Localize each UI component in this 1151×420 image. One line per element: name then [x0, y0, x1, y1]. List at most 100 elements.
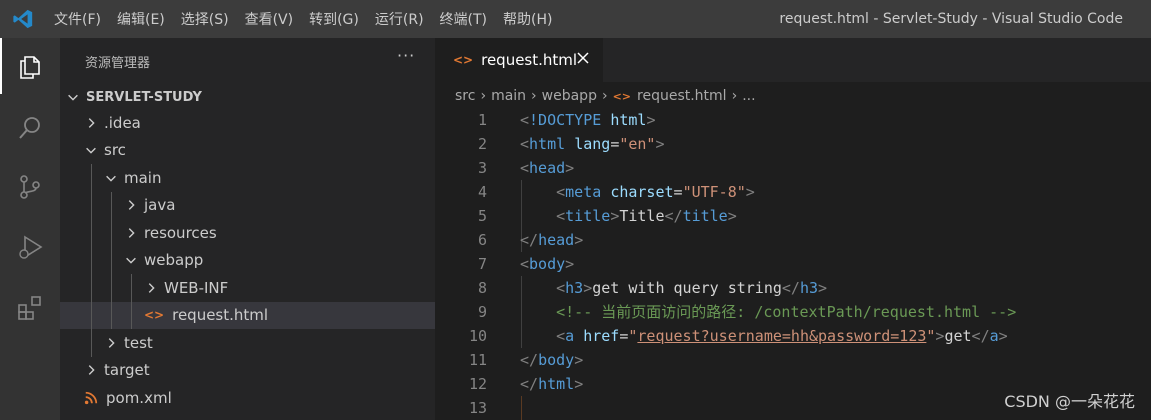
explorer-button[interactable]	[0, 38, 60, 94]
tree-item-label: src	[104, 141, 126, 160]
chevron-right-icon	[88, 365, 95, 376]
tree-indent-guide	[111, 191, 112, 219]
line-number: 2	[477, 135, 487, 153]
chevron-down-icon	[106, 175, 116, 182]
chevron-right-icon	[88, 117, 95, 128]
workspace-section-header[interactable]: SERVLET-STUDY	[60, 86, 435, 108]
tree-item-label: webapp	[144, 251, 204, 270]
menu-item[interactable]: 选择(S)	[181, 9, 229, 29]
code-text: </html>	[520, 375, 584, 393]
tree-indent-guide	[111, 219, 112, 247]
html-file-icon: <>	[612, 89, 632, 103]
menu-item[interactable]: 运行(R)	[375, 9, 424, 29]
xml-file-icon	[84, 391, 98, 404]
tree-item-label: java	[144, 196, 176, 215]
line-number: 10	[468, 327, 487, 345]
chevron-right-icon: ›	[731, 88, 738, 104]
tree-item-label: test	[124, 333, 153, 352]
tab-request-html[interactable]: <> request.html	[435, 38, 603, 82]
code-text: <!DOCTYPE html>	[520, 111, 656, 129]
code-text: <meta charset="UTF-8">	[556, 183, 755, 201]
menu-item[interactable]: 查看(V)	[245, 9, 294, 29]
line-number: 4	[477, 183, 487, 201]
chevron-right-icon	[108, 337, 115, 348]
code-line: 7 <body>	[435, 252, 1151, 276]
chevron-right-icon: ›	[601, 88, 608, 104]
code-line: 8 <h3>get with query string</h3>	[435, 276, 1151, 300]
chevron-down-icon	[86, 148, 96, 154]
explorer-icon	[20, 56, 40, 79]
tree-item-label: WEB-INF	[164, 278, 229, 297]
line-number: 11	[468, 351, 487, 369]
menu-item[interactable]: 文件(F)	[54, 9, 101, 29]
tab-label: request.html	[481, 51, 578, 69]
tree-folder[interactable]: src	[60, 137, 435, 165]
tree-indent-guide	[131, 301, 132, 329]
menu-item[interactable]: 转到(G)	[309, 9, 359, 29]
tab-bar: <> request.html	[435, 38, 1151, 82]
tree-file[interactable]: <> request.html	[60, 301, 435, 329]
code-line: 11 </body>	[435, 348, 1151, 372]
tree-item-label: .idea	[104, 113, 141, 132]
tree-folder[interactable]: WEB-INF	[60, 274, 435, 302]
run-debug-button[interactable]	[0, 219, 60, 275]
tree-item-label: request.html	[172, 306, 269, 325]
tree-folder[interactable]: java	[60, 191, 435, 219]
run-debug-icon	[19, 235, 43, 259]
menu-item[interactable]: 终端(T)	[440, 9, 487, 29]
activity-bar	[0, 38, 60, 420]
tree-indent-guide	[111, 246, 112, 274]
tree-indent-guide	[91, 246, 92, 274]
code-text: <head>	[520, 159, 575, 177]
breadcrumb-item[interactable]: ...	[742, 88, 755, 104]
breadcrumb-item[interactable]: src	[455, 88, 475, 104]
code-editor[interactable]: 1 <!DOCTYPE html> 2 <html lang="en"> 3 <hea…	[435, 108, 1151, 420]
source-control-icon	[20, 175, 40, 199]
vscode-logo-icon	[13, 9, 33, 29]
line-number: 1	[477, 111, 487, 129]
code-line: 6 </head>	[435, 228, 1151, 252]
tree-folder[interactable]: target	[60, 357, 435, 385]
more-actions-button[interactable]: ···	[397, 46, 415, 65]
breadcrumb-item[interactable]: webapp	[542, 88, 597, 104]
menu-item[interactable]: 帮助(H)	[503, 9, 552, 29]
tree-folder[interactable]: main	[60, 164, 435, 192]
breadcrumb-item[interactable]: request.html	[637, 88, 727, 104]
tree-indent-guide	[131, 274, 132, 302]
close-icon[interactable]	[575, 50, 591, 66]
chevron-right-icon: ›	[531, 88, 537, 104]
tree-item-label: pom.xml	[106, 388, 172, 407]
search-icon	[19, 117, 40, 139]
tree-item-label: target	[104, 361, 150, 380]
code-line: 9 <!-- 当前页面访问的路径: /contextPath/request.h…	[435, 300, 1151, 324]
breadcrumb: src › main › webapp › <> request.html › …	[455, 84, 756, 108]
tree-folder[interactable]: resources	[60, 219, 435, 247]
extensions-icon	[18, 296, 41, 320]
line-number: 13	[468, 399, 487, 417]
chevron-right-icon	[128, 227, 135, 238]
code-line: 2 <html lang="en">	[435, 132, 1151, 156]
explorer-sidebar: 资源管理器 ··· SERVLET-STUDY .idea src main java…	[60, 38, 435, 420]
code-line: 5 <title>Title</title>	[435, 204, 1151, 228]
chevron-right-icon: ›	[480, 88, 487, 104]
tree-file[interactable]: pom.xml	[60, 384, 435, 412]
tree-item-label: resources	[144, 223, 217, 242]
source-control-button[interactable]	[0, 159, 60, 215]
code-line: 10 <a href="request?username=hh&password…	[435, 324, 1151, 348]
line-number: 8	[477, 279, 487, 297]
tree-indent-guide	[111, 301, 112, 329]
tree-folder[interactable]: test	[60, 329, 435, 357]
tree-folder[interactable]: webapp	[60, 246, 435, 274]
menu-item[interactable]: 编辑(E)	[117, 9, 165, 29]
chevron-down-icon	[126, 258, 136, 264]
code-line: 4 <meta charset="UTF-8">	[435, 180, 1151, 204]
chevron-right-icon	[148, 282, 155, 293]
search-button[interactable]	[0, 100, 60, 156]
menu-bar: 文件(F) 编辑(E) 选择(S) 查看(V) 转到(G) 运行(R) 终端(T) 帮助(H)	[46, 0, 560, 38]
tree-folder[interactable]: .idea	[60, 109, 435, 137]
extensions-button[interactable]	[0, 280, 60, 336]
code-text: <html lang="en">	[520, 135, 665, 153]
html-file-icon: <>	[144, 308, 165, 323]
chevron-down-icon	[68, 94, 78, 101]
breadcrumb-item[interactable]: main	[491, 88, 526, 104]
